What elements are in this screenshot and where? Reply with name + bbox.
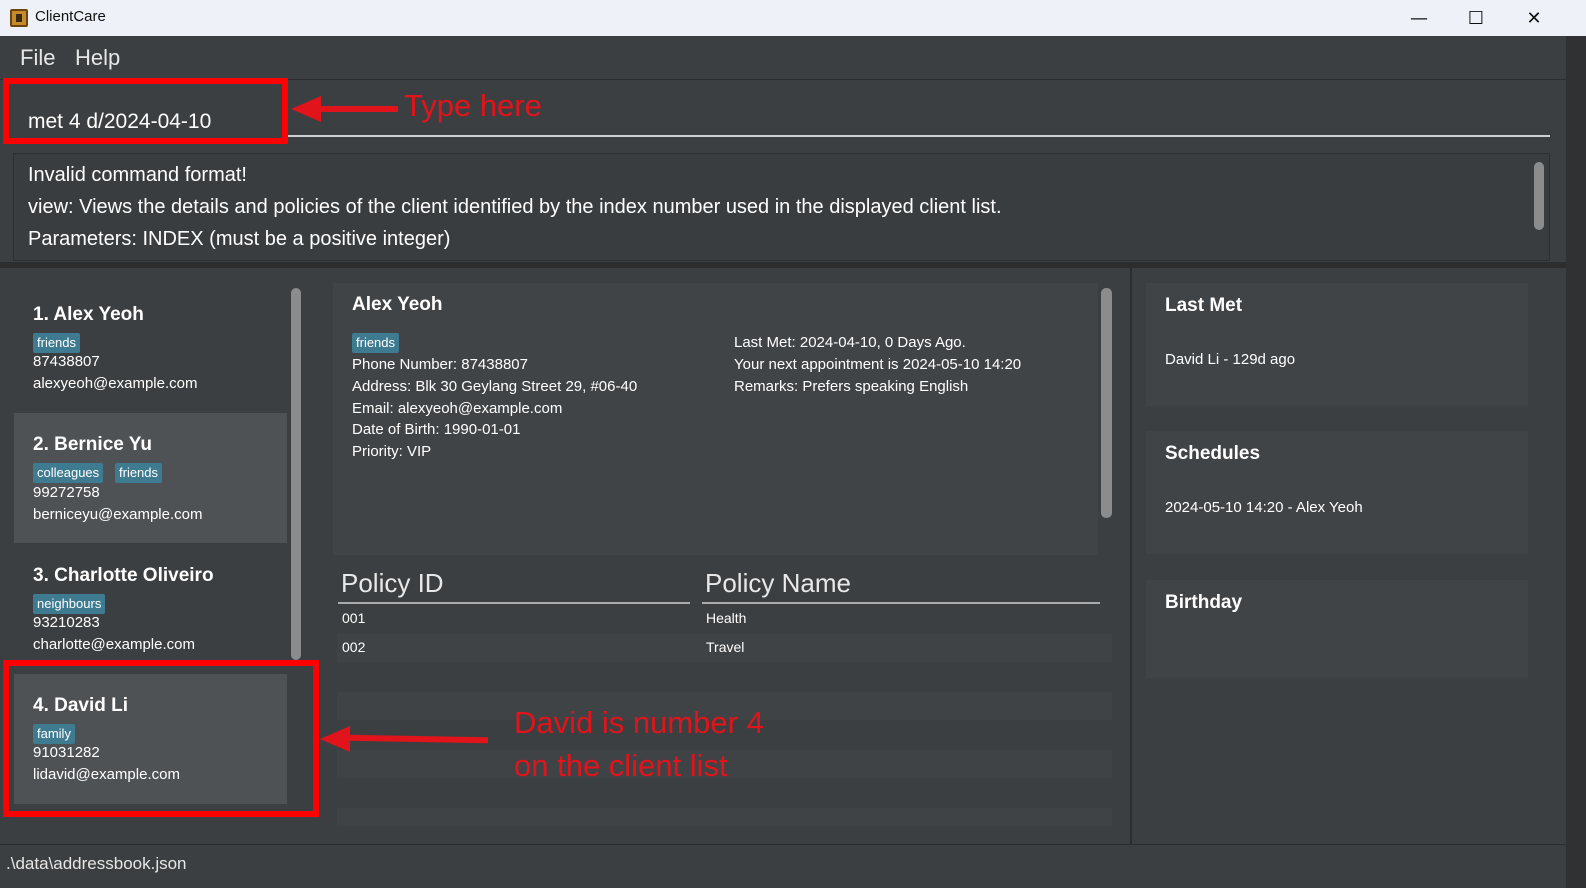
menu-help[interactable]: Help (75, 45, 120, 71)
policy-row[interactable]: 001 Health (337, 605, 1112, 633)
result-line-1: Invalid command format! (28, 164, 247, 186)
detail-priority: Priority: VIP (352, 443, 432, 460)
client-card[interactable]: 2. Bernice Yu colleagues friends 9927275… (14, 413, 287, 543)
schedules-item: 2024-05-10 14:20 - Alex Yeoh (1165, 499, 1363, 516)
client-email: charlotte@example.com (33, 636, 195, 653)
annotation-box-client (3, 660, 319, 817)
menu-bar: File Help (0, 36, 1586, 80)
annotation-arrow-head (320, 726, 350, 752)
policy-id-header[interactable]: Policy ID (341, 568, 444, 599)
client-phone: 87438807 (33, 353, 100, 370)
client-card[interactable]: 3. Charlotte Oliveiro neighbours 9321028… (14, 544, 287, 674)
client-list-scrollbar[interactable] (291, 288, 301, 660)
client-name: 3. Charlotte Oliveiro (33, 565, 214, 586)
title-bar: ClientCare — ☐ ✕ (0, 0, 1586, 36)
detail-last-met: Last Met: 2024-04-10, 0 Days Ago. (734, 334, 966, 351)
schedules-card: Schedules 2024-05-10 14:20 - Alex Yeoh (1146, 431, 1528, 554)
maximize-button[interactable]: ☐ (1447, 0, 1505, 36)
annotation-box-command (3, 78, 288, 144)
last-met-card: Last Met David Li - 129d ago (1146, 283, 1528, 406)
detail-next-appointment: Your next appointment is 2024-05-10 14:2… (734, 356, 1022, 373)
policy-empty-row (337, 808, 1112, 826)
client-email: alexyeoh@example.com (33, 375, 198, 392)
client-name: 2. Bernice Yu (33, 434, 152, 455)
client-name: 1. Alex Yeoh (33, 304, 144, 325)
policy-header-underline (702, 602, 1100, 604)
client-tag: colleagues (33, 463, 104, 483)
policy-id: 001 (342, 610, 366, 626)
annotation-david-line-2: on the client list (514, 748, 728, 783)
client-email: berniceyu@example.com (33, 506, 203, 523)
status-file-path: .\data\addressbook.json (6, 854, 187, 873)
last-met-title: Last Met (1165, 295, 1243, 316)
detail-phone: Phone Number: 87438807 (352, 356, 528, 373)
policy-row[interactable]: 002 Travel (337, 634, 1112, 662)
annotation-arrow-head (291, 96, 321, 122)
policy-name-header[interactable]: Policy Name (705, 568, 851, 599)
client-tag: friends (33, 333, 81, 353)
client-phone: 93210283 (33, 614, 100, 631)
client-tag: neighbours (33, 594, 106, 614)
result-line-2: view: Views the details and policies of … (28, 196, 1002, 218)
app-icon (10, 9, 28, 27)
client-card[interactable]: 1. Alex Yeoh friends 87438807 alexyeoh@e… (14, 283, 287, 413)
birthday-title: Birthday (1165, 592, 1243, 613)
detail-remarks: Remarks: Prefers speaking English (734, 378, 969, 395)
policy-id: 002 (342, 639, 366, 655)
close-button[interactable]: ✕ (1505, 0, 1563, 36)
policy-empty-row (337, 663, 1112, 691)
annotation-type-here: Type here (404, 88, 542, 123)
menu-file[interactable]: File (20, 45, 55, 71)
client-tag: friends (115, 463, 163, 483)
schedules-title: Schedules (1165, 443, 1261, 464)
last-met-item: David Li - 129d ago (1165, 351, 1296, 368)
detail-dob: Date of Birth: 1990-01-01 (352, 421, 521, 438)
command-underline (286, 135, 1550, 137)
window-edge (1566, 36, 1586, 888)
detail-address: Address: Blk 30 Geylang Street 29, #06-4… (352, 378, 638, 395)
minimize-button[interactable]: — (1390, 0, 1448, 36)
birthday-card: Birthday (1146, 580, 1528, 678)
client-phone: 99272758 (33, 484, 100, 501)
annotation-arrow-line (318, 106, 398, 112)
policy-name: Health (706, 610, 747, 626)
detail-name: Alex Yeoh (352, 294, 443, 315)
result-scrollbar[interactable] (1534, 162, 1544, 230)
result-line-3: Parameters: INDEX (must be a positive in… (28, 228, 451, 250)
window-title: ClientCare (35, 8, 106, 25)
status-bar: .\data\addressbook.json (0, 844, 1566, 888)
client-detail-card: Alex Yeoh friends Phone Number: 87438807… (333, 283, 1098, 555)
detail-email: Email: alexyeoh@example.com (352, 400, 563, 417)
policy-name: Travel (706, 639, 745, 655)
result-display: Invalid command format! view: Views the … (13, 153, 1550, 261)
detail-tag: friends (352, 333, 400, 353)
policy-header-underline (338, 602, 690, 604)
annotation-david-line-1: David is number 4 (514, 705, 764, 740)
detail-scrollbar[interactable] (1101, 288, 1112, 518)
